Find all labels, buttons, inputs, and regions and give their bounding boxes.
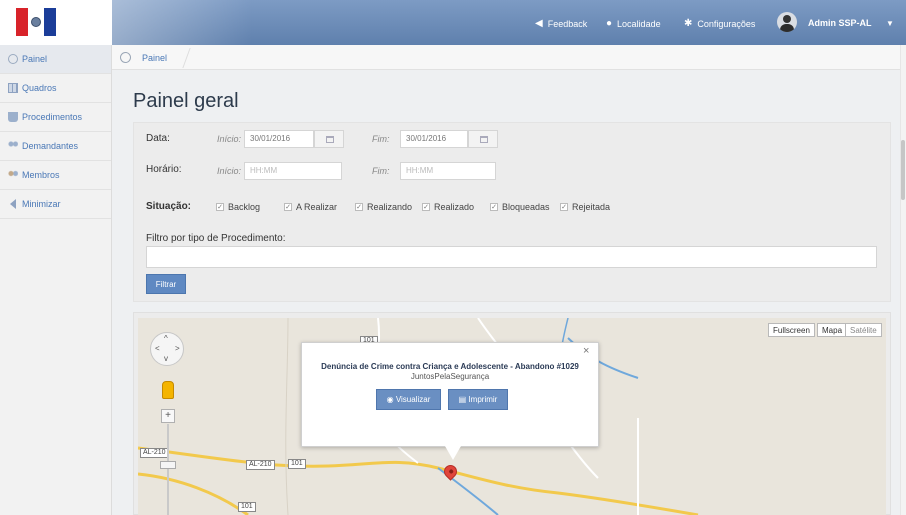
visualizar-button[interactable]: ◉ Visualizar: [376, 389, 441, 410]
breadcrumb-separator: [171, 48, 191, 68]
printer-icon: ▤: [458, 395, 469, 404]
cup-icon: [8, 112, 18, 122]
breadcrumb-item-painel[interactable]: Painel: [142, 53, 167, 63]
megaphone-icon: ◀: [535, 18, 543, 29]
map-type-mapa[interactable]: Mapa: [817, 323, 848, 337]
procedimento-filter-input[interactable]: [146, 246, 877, 268]
pan-up-icon: ^: [164, 334, 168, 343]
info-window-tail: [445, 446, 461, 460]
data-fim-calendar-button[interactable]: [468, 130, 498, 148]
close-icon[interactable]: ×: [583, 345, 589, 357]
info-window-subtitle: JuntosPelaSegurança: [410, 372, 490, 381]
checkbox-a-realizar[interactable]: ✓ A Realizar: [284, 202, 337, 212]
arrow-left-icon: [10, 199, 16, 209]
situacao-label: Situação:: [146, 201, 192, 212]
configuracoes-link[interactable]: ✱ Configurações: [684, 18, 755, 29]
logo[interactable]: [0, 0, 112, 45]
data-inicio-input[interactable]: 30/01/2016: [244, 130, 314, 148]
pan-left-icon: <: [155, 344, 160, 353]
zoom-slider-track[interactable]: [167, 424, 169, 515]
chevron-down-icon[interactable]: ▼: [886, 19, 894, 28]
checkmark-icon: ✓: [490, 203, 498, 211]
people-icon: [8, 141, 18, 151]
zoom-in-button[interactable]: +: [161, 409, 175, 423]
filter-panel: [133, 122, 891, 302]
breadcrumb: Painel: [112, 45, 906, 70]
data-inicio-calendar-button[interactable]: [314, 130, 344, 148]
road-label: AL-210: [246, 460, 275, 470]
scrollbar-thumb[interactable]: [901, 140, 905, 200]
procedimento-filter-label: Filtro por tipo de Procedimento:: [146, 233, 286, 244]
sidebar-item-procedimentos[interactable]: Procedimentos: [0, 103, 111, 132]
filtrar-button[interactable]: Filtrar: [146, 274, 186, 294]
scrollbar[interactable]: [900, 45, 906, 515]
data-fim-label: Fim:: [372, 134, 390, 144]
horario-fim-input[interactable]: HH:MM: [400, 162, 496, 180]
dashboard-icon: [8, 54, 18, 64]
top-bar-highlight: [112, 0, 252, 45]
checkmark-icon: ✓: [422, 203, 430, 211]
eye-icon: ◉: [386, 395, 396, 404]
localidade-link[interactable]: ● Localidade: [606, 18, 661, 29]
sidebar-item-demandantes[interactable]: Demandantes: [0, 132, 111, 161]
imprimir-button[interactable]: ▤ Imprimir: [448, 389, 508, 410]
road-label: AL-210: [140, 448, 169, 458]
sidebar-item-minimizar[interactable]: Minimizar: [0, 190, 111, 219]
fullscreen-button[interactable]: Fullscreen: [768, 323, 815, 337]
checkmark-icon: ✓: [560, 203, 568, 211]
pan-control[interactable]: ^ < > v: [150, 332, 184, 366]
info-window-title: Denúncia de Crime contra Criança e Adole…: [321, 362, 579, 371]
checkmark-icon: ✓: [216, 203, 224, 211]
avatar[interactable]: [777, 12, 797, 32]
page-title: Painel geral: [133, 90, 239, 112]
grid-icon: [8, 83, 18, 93]
checkbox-realizado[interactable]: ✓ Realizado: [422, 202, 474, 212]
sidebar: Painel Quadros Procedimentos Demandantes…: [0, 45, 112, 515]
sidebar-item-painel[interactable]: Painel: [0, 45, 111, 74]
gear-icon: ✱: [684, 18, 693, 29]
feedback-link[interactable]: ◀ Feedback: [535, 18, 587, 29]
top-bar: [0, 0, 906, 45]
pan-down-icon: v: [164, 354, 168, 363]
pan-right-icon: >: [175, 344, 180, 353]
sidebar-item-quadros[interactable]: Quadros: [0, 74, 111, 103]
data-fim-input[interactable]: 30/01/2016: [400, 130, 468, 148]
street-view-pegman-icon[interactable]: [162, 381, 174, 399]
road-label: 101: [238, 502, 256, 512]
sidebar-item-membros[interactable]: Membros: [0, 161, 111, 190]
checkbox-rejeitada[interactable]: ✓ Rejeitada: [560, 202, 610, 212]
data-label: Data:: [146, 133, 170, 144]
zoom-slider-thumb[interactable]: [160, 461, 176, 469]
checkmark-icon: ✓: [284, 203, 292, 211]
checkbox-realizando[interactable]: ✓ Realizando: [355, 202, 412, 212]
horario-inicio-label: Início:: [217, 166, 242, 176]
members-icon: [8, 170, 18, 180]
map-type-satelite[interactable]: Satélite: [845, 323, 882, 337]
user-name[interactable]: Admin SSP-AL: [808, 18, 872, 28]
data-inicio-label: Início:: [217, 134, 242, 144]
horario-label: Horário:: [146, 164, 182, 175]
checkbox-backlog[interactable]: ✓ Backlog: [216, 202, 260, 212]
map-pin-icon: ●: [606, 18, 613, 29]
calendar-icon: [326, 136, 334, 143]
road-label: 101: [288, 459, 306, 469]
dashboard-icon: [120, 52, 131, 63]
checkmark-icon: ✓: [355, 203, 363, 211]
calendar-icon: [480, 136, 488, 143]
horario-inicio-input[interactable]: HH:MM: [244, 162, 342, 180]
horario-fim-label: Fim:: [372, 166, 390, 176]
alagoas-flag-logo: [16, 8, 56, 36]
checkbox-bloqueadas[interactable]: ✓ Bloqueadas: [490, 202, 550, 212]
